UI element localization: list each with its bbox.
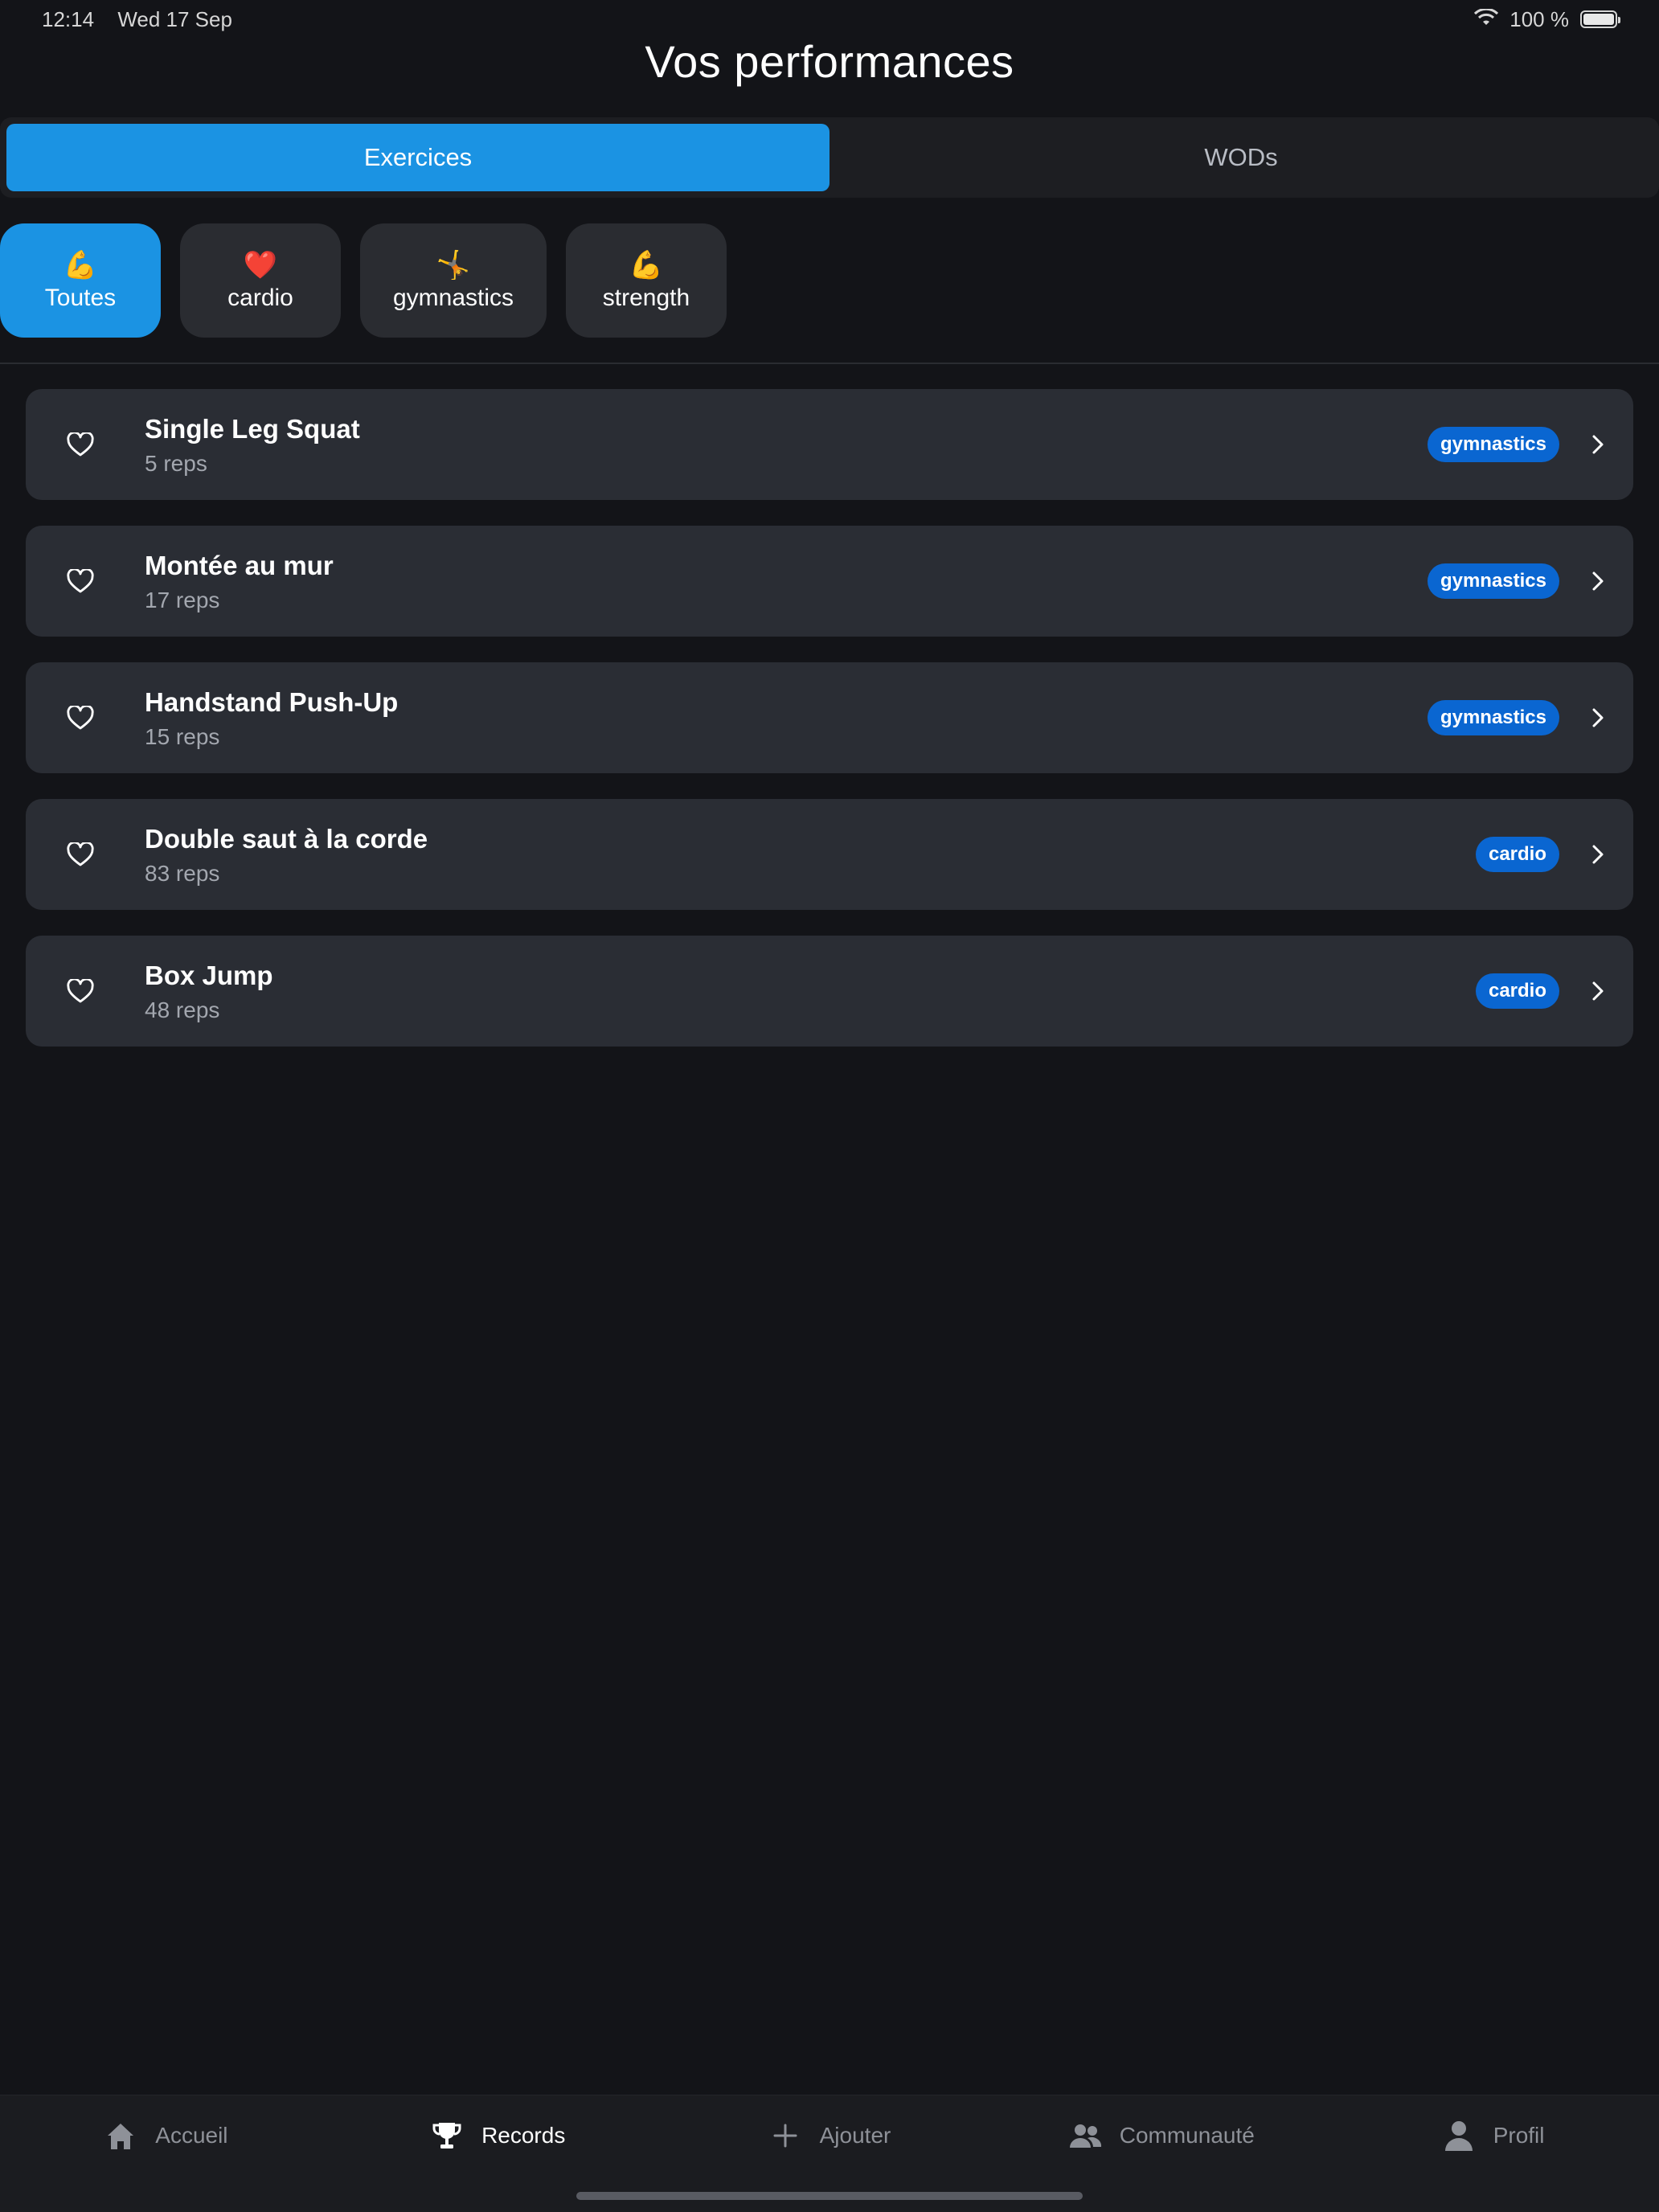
tab-exercices[interactable]: Exercices xyxy=(6,124,830,191)
exercise-info: Double saut à la corde 83 reps xyxy=(145,822,1476,887)
status-bar: 12:14 Wed 17 Sep 100 % xyxy=(0,0,1659,39)
bottom-tab-bar: Accueil Records Ajouter Communauté Profi… xyxy=(0,2095,1659,2212)
chevron-right-icon xyxy=(1582,975,1614,1007)
exercise-info: Handstand Push-Up 15 reps xyxy=(145,686,1428,750)
category-chip-gymnastics[interactable]: 🤸 gymnastics xyxy=(360,223,547,338)
battery-icon xyxy=(1580,10,1620,28)
category-badge: cardio xyxy=(1475,837,1559,872)
flexed-biceps-icon: 💪 xyxy=(629,250,664,281)
flexed-biceps-icon: 💪 xyxy=(63,250,98,281)
exercise-row[interactable]: Handstand Push-Up 15 reps gymnastics xyxy=(26,662,1633,773)
category-badge: cardio xyxy=(1475,973,1559,1009)
tab-label: Records xyxy=(481,2123,566,2148)
favorite-heart-icon[interactable] xyxy=(48,686,113,750)
exercise-name: Double saut à la corde xyxy=(145,824,428,854)
chevron-right-icon xyxy=(1582,428,1614,461)
exercise-row[interactable]: Montée au mur 17 reps gymnastics xyxy=(26,526,1633,637)
tab-label: Profil xyxy=(1493,2123,1545,2148)
tab-wods[interactable]: WODs xyxy=(830,124,1653,191)
exercise-row[interactable]: Box Jump 48 reps cardio xyxy=(26,936,1633,1047)
home-icon xyxy=(104,2119,137,2153)
chip-label: cardio xyxy=(227,285,293,311)
chip-label: strength xyxy=(602,285,690,311)
chevron-right-icon xyxy=(1582,838,1614,870)
status-right: 100 % xyxy=(1474,6,1620,32)
favorite-heart-icon[interactable] xyxy=(48,549,113,613)
category-chip-cardio[interactable]: ❤️ cardio xyxy=(180,223,341,338)
favorite-heart-icon[interactable] xyxy=(48,822,113,887)
category-chip-strength[interactable]: 💪 strength xyxy=(566,223,727,338)
exercise-row[interactable]: Double saut à la corde 83 reps cardio xyxy=(26,799,1633,910)
tab-label: Accueil xyxy=(155,2123,228,2148)
tab-label: Communauté xyxy=(1119,2123,1255,2148)
exercise-reps: 5 reps xyxy=(145,451,207,476)
exercise-info: Montée au mur 17 reps xyxy=(145,549,1428,613)
exercise-list: Single Leg Squat 5 reps gymnastics Monté… xyxy=(26,389,1633,1072)
divider xyxy=(0,363,1659,364)
cartwheel-icon: 🤸 xyxy=(436,250,471,281)
tab-accueil[interactable]: Accueil xyxy=(0,2119,332,2153)
favorite-heart-icon[interactable] xyxy=(48,412,113,477)
exercise-name: Single Leg Squat xyxy=(145,414,360,444)
category-filter: 💪 Toutes ❤️ cardio 🤸 gymnastics 💪 streng… xyxy=(0,223,727,338)
exercise-row[interactable]: Single Leg Squat 5 reps gymnastics xyxy=(26,389,1633,500)
exercise-info: Single Leg Squat 5 reps xyxy=(145,412,1428,477)
exercise-reps: 17 reps xyxy=(145,588,220,612)
category-badge: gymnastics xyxy=(1427,427,1559,462)
page-title: Vos performances xyxy=(645,36,1014,87)
category-chip-toutes[interactable]: 💪 Toutes xyxy=(0,223,161,338)
category-badge: gymnastics xyxy=(1427,700,1559,735)
person-icon xyxy=(1442,2119,1476,2153)
people-icon xyxy=(1068,2119,1102,2153)
chevron-right-icon xyxy=(1582,702,1614,734)
exercise-name: Handstand Push-Up xyxy=(145,687,399,717)
segmented-control: Exercices WODs xyxy=(0,117,1659,198)
exercise-name: Box Jump xyxy=(145,961,273,990)
exercise-name: Montée au mur xyxy=(145,551,334,580)
trophy-icon xyxy=(430,2119,464,2153)
tab-profil[interactable]: Profil xyxy=(1327,2119,1659,2153)
chevron-right-icon xyxy=(1582,565,1614,597)
status-date: Wed 17 Sep xyxy=(117,6,232,31)
heart-icon: ❤️ xyxy=(243,250,278,281)
exercise-info: Box Jump 48 reps xyxy=(145,959,1476,1023)
wifi-icon xyxy=(1474,7,1499,32)
tab-label: Ajouter xyxy=(819,2123,891,2148)
app-screen: 12:14 Wed 17 Sep 100 % Vos performances … xyxy=(0,0,1659,2212)
status-left: 12:14 Wed 17 Sep xyxy=(42,7,232,32)
category-badge: gymnastics xyxy=(1427,563,1559,599)
status-time: 12:14 xyxy=(42,6,95,31)
battery-percent: 100 % xyxy=(1509,6,1569,31)
tab-records[interactable]: Records xyxy=(332,2119,664,2153)
exercise-reps: 15 reps xyxy=(145,724,220,749)
chip-label: gymnastics xyxy=(392,285,514,311)
plus-icon xyxy=(768,2119,802,2153)
chip-label: Toutes xyxy=(44,285,117,311)
exercise-reps: 83 reps xyxy=(145,861,220,886)
favorite-heart-icon[interactable] xyxy=(48,959,113,1023)
tab-communaute[interactable]: Communauté xyxy=(995,2119,1327,2153)
exercise-reps: 48 reps xyxy=(145,997,220,1022)
tab-ajouter[interactable]: Ajouter xyxy=(664,2119,996,2153)
home-indicator xyxy=(576,2192,1083,2200)
